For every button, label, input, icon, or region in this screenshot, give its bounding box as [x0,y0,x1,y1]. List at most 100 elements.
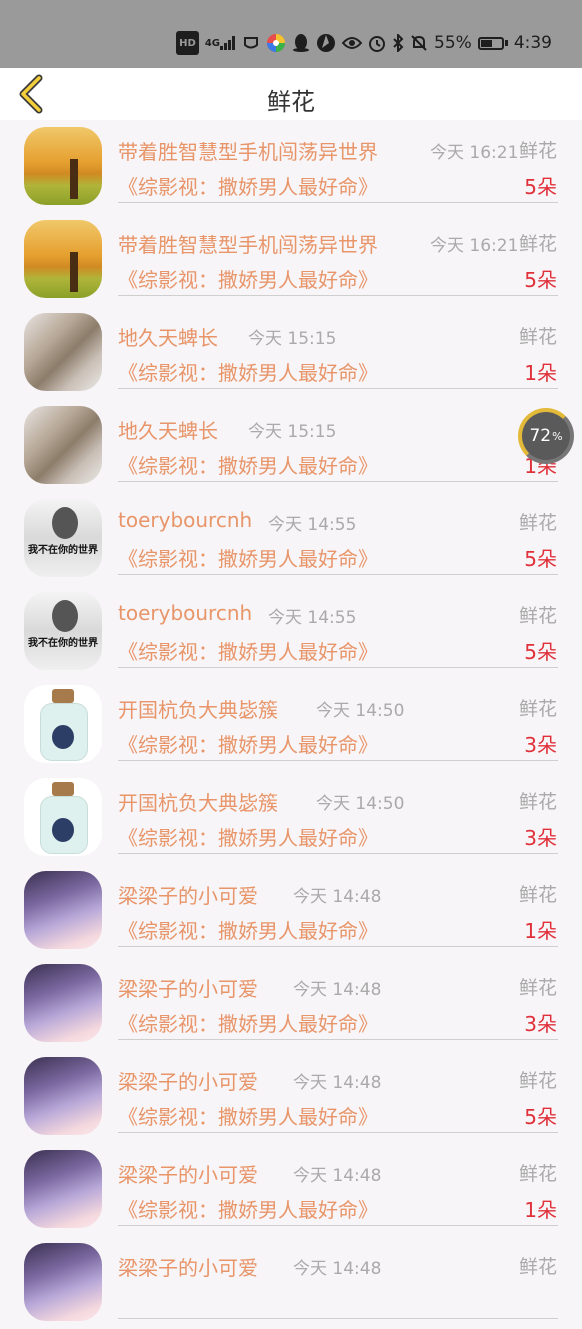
timestamp: 今天 16:21 [430,236,519,256]
avatar[interactable]: 我不在你的世界 [24,592,102,670]
bluetooth-icon [392,32,404,54]
badge-unit: % [552,429,563,443]
list-item[interactable]: 梁梁子的小可爱 今天 14:48 鲜花 《综影视：撒娇男人最好命》 5朵 [0,1050,582,1143]
avatar[interactable] [24,1243,102,1321]
gift-count: 5朵 [524,547,557,571]
row-divider [118,388,558,389]
timestamp: 今天 14:48 [293,980,382,1000]
alarm-icon [368,32,386,54]
gift-type: 鲜花 [518,1070,557,1092]
row-divider [118,1132,558,1133]
list-item[interactable]: 梁梁子的小可爱 今天 14:48 鲜花 《综影视：撒娇男人最好命》 1朵 [0,864,582,957]
gift-count: 3朵 [524,733,557,757]
gift-count: 5朵 [524,640,557,664]
avatar[interactable]: 我不在你的世界 [24,499,102,577]
timestamp: 今天 14:55 [268,608,357,628]
status-bar: HD 4G 55% 4:39 [0,0,582,68]
signal-icon: 4G [205,32,236,54]
mute-icon [410,32,428,54]
row-divider [118,574,558,575]
sender-name: 梁梁子的小可爱 [118,1256,258,1280]
list-item[interactable]: 地久天蜱长今天 15:15鲜花《综影视：撒娇男人最好命》1朵 [0,306,582,399]
avatar[interactable] [24,220,102,298]
floating-progress-badge[interactable]: 72% [518,408,574,464]
sender-name: toerybourcnh [118,508,253,532]
battery-icon [477,32,508,54]
gift-type: 鲜花 [518,326,557,348]
sender-name: 地久天蜱长 [118,419,218,443]
gift-type: 鲜花 [518,1163,557,1185]
avatar-caption: 我不在你的世界 [28,638,98,649]
row-divider [118,1039,558,1040]
sender-name: 开国杭负大典毖簇 [118,791,278,815]
gift-count: 1朵 [524,1198,557,1222]
list-item[interactable]: 梁梁子的小可爱 今天 14:48 鲜花 [0,1236,582,1329]
clock: 4:39 [513,33,552,53]
row-divider [118,202,558,203]
timestamp: 今天 15:15 [248,422,337,442]
avatar[interactable] [24,406,102,484]
row-divider [118,481,558,482]
timestamp: 今天 16:21 [430,143,519,163]
list-item[interactable]: 梁梁子的小可爱 今天 14:48 鲜花 《综影视：撒娇男人最好命》 1朵 [0,1143,582,1236]
avatar[interactable] [24,313,102,391]
list-item[interactable]: 地久天蜱长今天 15:15鲜花《综影视：撒娇男人最好命》1朵 [0,399,582,492]
sender-name: 梁梁子的小可爱 [118,1163,258,1187]
timestamp: 今天 14:55 [268,515,357,535]
list-item[interactable]: 我不在你的世界 toerybourcnh 今天 14:55 鲜花 《综影视：撒娇男人最好… [0,492,582,585]
avatar[interactable] [24,778,102,856]
gift-type: 鲜花 [518,233,557,255]
list-item[interactable]: 带着胜智慧型手机闯荡异世界 今天 16:21 鲜花 《综影视：撒娇男人最好命》 5朵 [0,120,582,213]
sender-name: 梁梁子的小可爱 [118,884,258,908]
avatar[interactable] [24,1057,102,1135]
avatar[interactable] [24,964,102,1042]
book-title: 《综影视：撒娇男人最好命》 [118,268,378,292]
app-header: 鲜花 [0,68,582,120]
gift-count: 1朵 [524,361,557,385]
gift-type: 鲜花 [518,791,557,813]
row-divider [118,1225,558,1226]
timestamp: 今天 14:50 [316,794,405,814]
eye-icon [342,32,363,54]
sender-name: 梁梁子的小可爱 [118,1070,258,1094]
gift-type: 鲜花 [518,512,557,534]
timestamp: 今天 14:50 [316,701,405,721]
avatar[interactable] [24,1150,102,1228]
list-item[interactable]: 带着胜智慧型手机闯荡异世界 今天 16:21 鲜花 《综影视：撒娇男人最好命》 5朵 [0,213,582,306]
gift-type: 鲜花 [518,977,557,999]
gift-type: 鲜花 [518,605,557,627]
sender-name: 开国杭负大典毖簇 [118,698,278,722]
timestamp: 今天 15:15 [248,329,337,349]
book-title: 《综影视：撒娇男人最好命》 [118,733,378,757]
list-item[interactable]: 开国杭负大典毖簇 今天 14:50 鲜花 《综影视：撒娇男人最好命》 3朵 [0,678,582,771]
qq-icon [292,32,310,54]
list-item[interactable]: 开国杭负大典毖簇 今天 14:50 鲜花 《综影视：撒娇男人最好命》 3朵 [0,771,582,864]
timestamp: 今天 14:48 [293,887,382,907]
avatar[interactable] [24,685,102,763]
avatar[interactable] [24,127,102,205]
gift-list: 带着胜智慧型手机闯荡异世界 今天 16:21 鲜花 《综影视：撒娇男人最好命》 5朵 带着… [0,120,582,1329]
sender-name: 带着胜智慧型手机闯荡异世界 [118,233,378,257]
book-title: 《综影视：撒娇男人最好命》 [118,1105,378,1129]
sender-name: 梁梁子的小可爱 [118,977,258,1001]
gift-count: 1朵 [524,919,557,943]
book-title: 《综影视：撒娇男人最好命》 [118,640,378,664]
colorwheel-app-icon [266,32,286,54]
aperture-icon [316,32,336,54]
battery-percent: 55% [434,33,472,53]
list-item[interactable]: 我不在你的世界 toerybourcnh 今天 14:55 鲜花 《综影视：撒娇男人最好… [0,585,582,678]
list-item[interactable]: 梁梁子的小可爱 今天 14:48 鲜花 《综影视：撒娇男人最好命》 3朵 [0,957,582,1050]
row-divider [118,667,558,668]
badge-value: 72 [529,426,552,446]
book-title: 《综影视：撒娇男人最好命》 [118,454,378,478]
book-title: 《综影视：撒娇男人最好命》 [118,361,378,385]
book-title: 《综影视：撒娇男人最好命》 [118,1012,378,1036]
book-title: 《综影视：撒娇男人最好命》 [118,826,378,850]
row-divider [118,760,558,761]
gift-count: 5朵 [524,175,557,199]
avatar[interactable] [24,871,102,949]
page-title: 鲜花 [267,88,315,116]
timestamp: 今天 14:48 [293,1073,382,1093]
timestamp: 今天 14:48 [293,1259,382,1279]
book-title: 《综影视：撒娇男人最好命》 [118,175,378,199]
